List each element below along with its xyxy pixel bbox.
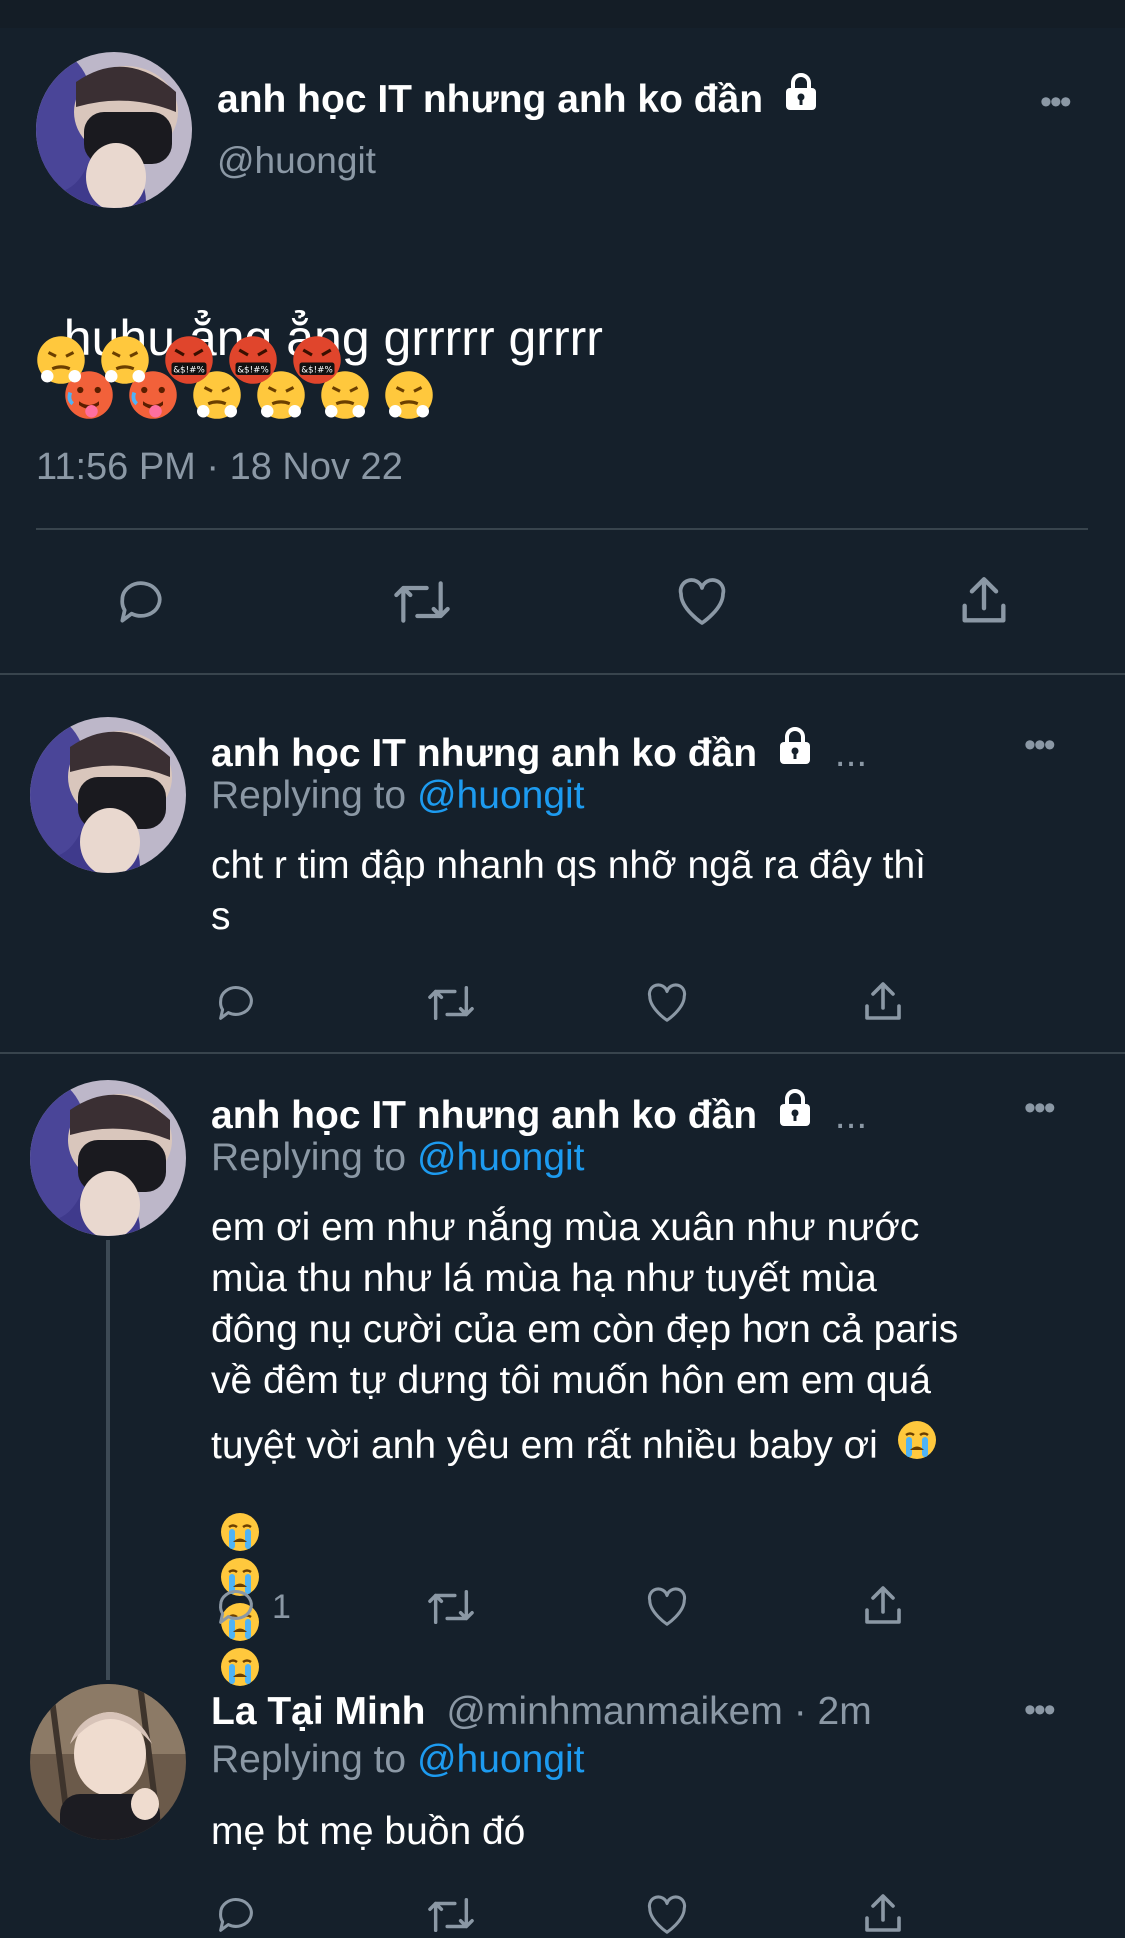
- name-truncation: ...: [834, 732, 868, 775]
- replying-to: Replying to @huongit: [211, 1738, 585, 1782]
- cursing-face-emoji: &$!#%: [292, 335, 342, 390]
- reply-author-name-text: anh học IT nhưng anh ko đần: [211, 732, 758, 775]
- lock-icon: [785, 73, 816, 110]
- top-bar: [0, 0, 1125, 28]
- replying-to-handle[interactable]: @huongit: [417, 1738, 585, 1781]
- svg-text:&$!#%: &$!#%: [173, 366, 205, 376]
- reply-text: cht r tim đập nhanh qs nhỡ ngã ra đây th…: [211, 844, 927, 938]
- heart-icon[interactable]: [643, 1892, 691, 1938]
- svg-text:&$!#%: &$!#%: [237, 366, 269, 376]
- avatar[interactable]: [30, 1684, 186, 1840]
- replying-to-label: Replying to: [211, 774, 407, 817]
- tweet-emoji-line: &$!#% &$!#% &$!#%: [36, 335, 356, 391]
- reply-emoji-line: [211, 1494, 274, 1686]
- author-name[interactable]: anh học IT nhưng anh ko đần: [217, 72, 820, 122]
- divider: [0, 673, 1125, 675]
- reply-icon[interactable]: [212, 1584, 260, 1630]
- replying-to-label: Replying to: [211, 1136, 407, 1179]
- thread-line: [106, 1240, 110, 1680]
- crying-face-emoji: [220, 1512, 260, 1557]
- retweet-icon[interactable]: [423, 1892, 479, 1938]
- steam-face-emoji: [100, 335, 150, 390]
- reply-icon[interactable]: [212, 980, 260, 1026]
- cursing-face-emoji: &$!#%: [164, 335, 214, 390]
- reply-count: 1: [272, 1588, 291, 1626]
- more-icon[interactable]: •••: [1024, 728, 1056, 762]
- reply-author-name[interactable]: La Tại Minh @minhmanmaikem · 2m: [211, 1690, 872, 1734]
- reply-icon[interactable]: [212, 1892, 260, 1938]
- reply-text-last: tuyệt vời anh yêu em rất nhiều baby ơi: [211, 1424, 878, 1467]
- reply-text: em ơi em như nắng mùa xuân như nước mùa …: [211, 1206, 959, 1402]
- replying-to: Replying to @huongit: [211, 1136, 585, 1180]
- lock-icon: [779, 727, 810, 764]
- author-handle[interactable]: @huongit: [217, 140, 376, 182]
- heart-icon[interactable]: [673, 574, 731, 630]
- steam-face-emoji: [384, 370, 434, 433]
- reply-author-handle-time: @minhmanmaikem · 2m: [446, 1690, 872, 1733]
- replying-to-handle[interactable]: @huongit: [417, 1136, 585, 1179]
- reply-icon[interactable]: [112, 574, 170, 630]
- share-icon[interactable]: [955, 572, 1013, 630]
- crying-face-emoji: [220, 1647, 260, 1692]
- share-icon[interactable]: [859, 978, 907, 1026]
- reply-author-name[interactable]: anh học IT nhưng anh ko đần ...: [211, 1088, 867, 1138]
- lock-icon: [779, 1089, 810, 1126]
- share-icon[interactable]: [859, 1890, 907, 1938]
- retweet-icon[interactable]: [423, 1584, 479, 1630]
- heart-icon[interactable]: [643, 1584, 691, 1630]
- divider: [36, 528, 1088, 530]
- replying-to-handle[interactable]: @huongit: [417, 774, 585, 817]
- more-icon[interactable]: •••: [1024, 1693, 1056, 1727]
- svg-text:&$!#%: &$!#%: [301, 366, 333, 376]
- reply-text: mẹ bt mẹ buồn đó: [211, 1810, 526, 1853]
- replying-to-label: Replying to: [211, 1738, 407, 1781]
- avatar[interactable]: [36, 52, 192, 208]
- reply-author-name-text: La Tại Minh: [211, 1690, 426, 1733]
- reply-text-last-line: tuyệt vời anh yêu em rất nhiều baby ơi: [211, 1418, 951, 1476]
- replying-to: Replying to @huongit: [211, 774, 585, 818]
- crying-face-emoji: [897, 1420, 937, 1476]
- author-name-text: anh học IT nhưng anh ko đần: [217, 78, 764, 121]
- name-truncation: ...: [834, 1094, 868, 1137]
- reply-author-name[interactable]: anh học IT nhưng anh ko đần ...: [211, 726, 867, 776]
- retweet-icon[interactable]: [388, 574, 456, 630]
- reply-author-name-text: anh học IT nhưng anh ko đần: [211, 1094, 758, 1137]
- tweet-timestamp: 11:56 PM · 18 Nov 22: [36, 446, 403, 488]
- avatar[interactable]: [30, 717, 186, 873]
- divider: [0, 1052, 1125, 1054]
- retweet-icon[interactable]: [423, 980, 479, 1026]
- share-icon[interactable]: [859, 1582, 907, 1630]
- more-icon[interactable]: •••: [1024, 1091, 1056, 1125]
- more-icon[interactable]: •••: [1040, 85, 1072, 119]
- steam-face-emoji: [36, 335, 86, 390]
- heart-icon[interactable]: [643, 980, 691, 1026]
- avatar[interactable]: [30, 1080, 186, 1236]
- cursing-face-emoji: &$!#%: [228, 335, 278, 390]
